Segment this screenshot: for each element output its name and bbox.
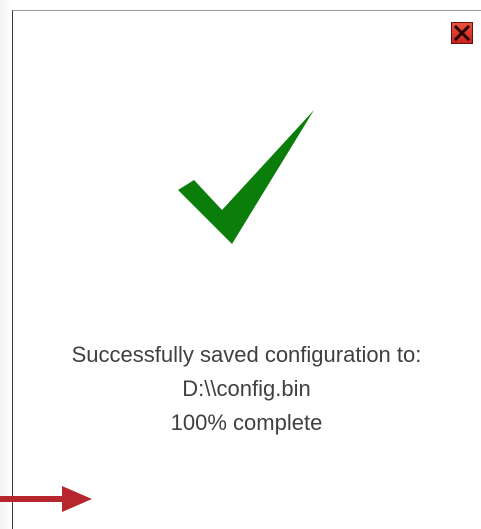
progress-text: 100% complete (170, 410, 323, 435)
arrow-right-icon (0, 486, 92, 512)
backdrop (0, 0, 12, 529)
save-success-dialog (12, 10, 481, 529)
close-icon (453, 24, 471, 42)
close-button[interactable] (451, 22, 473, 44)
checkmark-icon (178, 110, 314, 244)
status-message: Successfully saved configuration to: D:\… (12, 338, 481, 440)
success-message-text: Successfully saved configuration to: (71, 342, 422, 367)
page: Successfully saved configuration to: D:\… (0, 0, 481, 529)
file-path-text: D:\\config.bin (182, 376, 311, 401)
